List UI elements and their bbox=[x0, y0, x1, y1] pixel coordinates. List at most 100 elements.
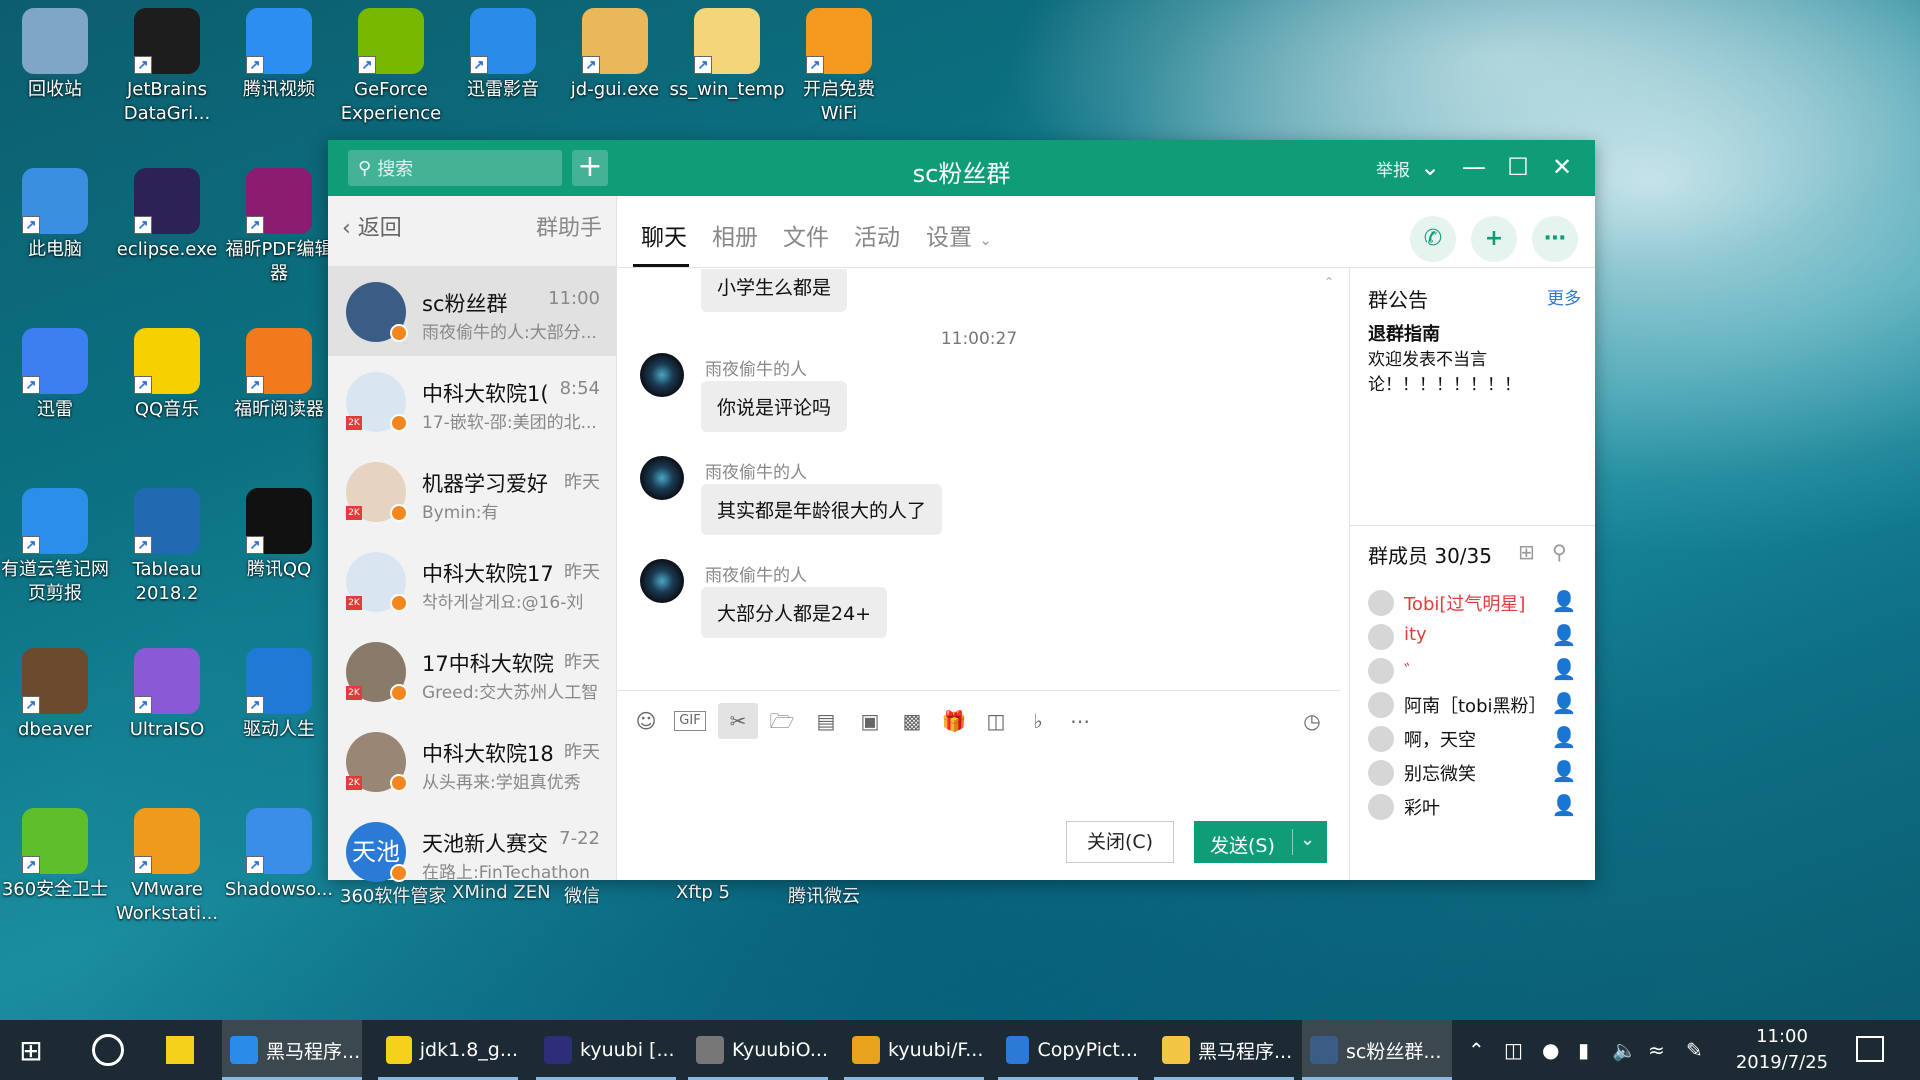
invite-member-icon[interactable]: ⊞ bbox=[1518, 540, 1535, 564]
image-icon[interactable]: ▣ bbox=[856, 707, 884, 735]
emoji-icon[interactable]: ☺ bbox=[632, 707, 660, 735]
tab-album[interactable]: 相册 bbox=[712, 218, 758, 252]
member-item[interactable]: 阿南［tobi黑粉］ 👤 bbox=[1350, 688, 1595, 722]
chevron-down-icon[interactable]: ⌄ bbox=[1415, 152, 1445, 182]
taskbar-app[interactable]: CopyPict... bbox=[998, 1020, 1138, 1080]
sticky-notes-icon[interactable] bbox=[166, 1036, 194, 1064]
desktop-icon[interactable]: ↗ dbeaver bbox=[0, 648, 111, 742]
desktop-icon-label[interactable]: Xftp 5 bbox=[676, 882, 730, 903]
tab-settings[interactable]: 设置 ⌄ bbox=[926, 218, 992, 252]
avatar[interactable] bbox=[640, 456, 684, 500]
conversation-item[interactable]: sc粉丝群 11:00 雨夜偷牛的人:大部分... bbox=[328, 266, 616, 356]
desktop-icon[interactable]: ↗ 福昕PDF编辑器 bbox=[223, 168, 335, 286]
desktop-icon-label[interactable]: 腾讯微云 bbox=[788, 882, 860, 908]
desktop-icon[interactable]: ↗ 开启免费 WiFi bbox=[783, 8, 895, 126]
taskbar-app[interactable]: jdk1.8_g... bbox=[378, 1020, 518, 1080]
folder-icon[interactable]: 🗁 bbox=[768, 707, 796, 735]
taskbar-app[interactable]: sc粉丝群... bbox=[1302, 1020, 1452, 1080]
desktop-icon[interactable]: ↗ ss_win_temp bbox=[670, 8, 785, 102]
clock-icon[interactable]: ◷ bbox=[1298, 707, 1326, 735]
desktop-icon[interactable]: ↗ 腾讯QQ bbox=[223, 488, 335, 582]
desktop-icon[interactable]: ↗ 有道云笔记网 页剪报 bbox=[0, 488, 111, 606]
tab-activity[interactable]: 活动 bbox=[854, 218, 900, 252]
conversation-item[interactable]: 2K 中科大软院18 昨天 从头再来:学姐真优秀 bbox=[328, 716, 616, 806]
minimize-button[interactable]: — bbox=[1459, 152, 1489, 182]
member-item[interactable]: ゛ 👤 bbox=[1350, 654, 1595, 688]
cortana-search-icon[interactable] bbox=[92, 1034, 124, 1066]
member-item[interactable]: 别忘微笑 👤 bbox=[1350, 756, 1595, 790]
notification-icon[interactable] bbox=[1856, 1036, 1884, 1062]
wifi-icon[interactable]: ≈ bbox=[1648, 1038, 1665, 1062]
phone-icon[interactable]: ✆ bbox=[1410, 216, 1456, 262]
search-icon[interactable]: ⚲ bbox=[1552, 540, 1567, 564]
conversation-item[interactable]: 2K 中科大软院17 昨天 착하게살게요:@16-刘 bbox=[328, 536, 616, 626]
doc-icon[interactable]: ▤ bbox=[812, 707, 840, 735]
more-icon[interactable]: ⋯ bbox=[1066, 707, 1094, 735]
desktop-icon-label: 360安全卫士 bbox=[1, 879, 109, 900]
desktop-icon[interactable]: ↗ 此电脑 bbox=[0, 168, 111, 262]
add-chat-icon[interactable]: + bbox=[1471, 216, 1517, 262]
report-button[interactable]: 举报 bbox=[1376, 156, 1410, 181]
notice-more-link[interactable]: 更多 bbox=[1547, 284, 1581, 309]
clock[interactable]: 11:00 2019/7/25 bbox=[1732, 1024, 1832, 1076]
battery-icon[interactable]: ▮ bbox=[1578, 1038, 1589, 1062]
folder-icon: ↗ bbox=[694, 8, 760, 74]
desktop-icon[interactable]: ↗ UltraISO bbox=[111, 648, 223, 742]
gif-icon[interactable]: GIF bbox=[674, 711, 706, 731]
conversation-item[interactable]: 2K 17中科大软院 昨天 Greed:交大苏州人工智 bbox=[328, 626, 616, 716]
desktop-icon[interactable]: ↗ GeForce Experience bbox=[335, 8, 447, 126]
volume-icon[interactable]: 🔈 bbox=[1612, 1038, 1637, 1062]
member-item[interactable]: 啊，天空 👤 bbox=[1350, 722, 1595, 756]
shortcut-arrow-icon: ↗ bbox=[694, 56, 712, 74]
network-device-icon[interactable]: ◫ bbox=[1504, 1038, 1523, 1062]
bell-off-icon[interactable]: ♭ bbox=[1024, 707, 1052, 735]
desktop-icon[interactable]: ↗ jd-gui.exe bbox=[559, 8, 671, 102]
desktop-icon[interactable]: ↗ eclipse.exe bbox=[111, 168, 223, 262]
close-window-button[interactable]: ✕ bbox=[1547, 152, 1577, 182]
taskbar-app[interactable]: kyuubi [... bbox=[536, 1020, 676, 1080]
member-item[interactable]: Tobi[过气明星] 👤 bbox=[1350, 586, 1595, 620]
scroll-up-icon[interactable]: ⌃ bbox=[1324, 275, 1334, 289]
send-button[interactable]: 发送(S) ⌄ bbox=[1194, 821, 1327, 863]
conversation-item[interactable]: 天池 天池新人赛交 7-22 在路上:FinTechathon bbox=[328, 806, 616, 896]
red-packet-icon[interactable]: ◫ bbox=[982, 707, 1010, 735]
desktop-icon[interactable]: ↗ 迅雷影音 bbox=[447, 8, 559, 102]
taskbar-app[interactable]: kyuubi/F... bbox=[844, 1020, 984, 1080]
group-helper-link[interactable]: 群助手 bbox=[536, 210, 602, 242]
more-options-icon[interactable]: ⋯ bbox=[1532, 216, 1578, 262]
desktop-icon[interactable]: ↗ 迅雷 bbox=[0, 328, 111, 422]
taskbar-app[interactable]: 黑马程序... bbox=[222, 1020, 362, 1080]
taskbar-app[interactable]: 黑马程序... bbox=[1154, 1020, 1294, 1080]
desktop-icon[interactable]: ↗ QQ音乐 bbox=[111, 328, 223, 422]
desktop-icon[interactable]: ↗ 360安全卫士 bbox=[0, 808, 111, 902]
close-chat-button[interactable]: 关闭(C) bbox=[1066, 821, 1174, 863]
desktop-icon[interactable]: 回收站 bbox=[0, 8, 111, 102]
conversation-item[interactable]: 2K 机器学习爱好 昨天 Bymin:有 bbox=[328, 446, 616, 536]
conversation-item[interactable]: 2K 中科大软院1(8:54 17-嵌软-邵:美团的北... bbox=[328, 356, 616, 446]
maximize-button[interactable]: ☐ bbox=[1503, 152, 1533, 182]
desktop-icon[interactable]: ↗ JetBrains DataGri... bbox=[111, 8, 223, 126]
desktop-icon[interactable]: ↗ 驱动人生 bbox=[223, 648, 335, 742]
desktop-icon[interactable]: ↗ Shadowso... bbox=[223, 808, 335, 902]
chevron-up-icon[interactable]: ⌃ bbox=[1468, 1038, 1485, 1062]
windows-start-icon[interactable]: ⊞ bbox=[14, 1034, 48, 1068]
avatar[interactable] bbox=[640, 353, 684, 397]
desktop-icon[interactable]: ↗ 腾讯视频 bbox=[223, 8, 335, 102]
taskbar-app[interactable]: KyuubiO... bbox=[688, 1020, 828, 1080]
member-item[interactable]: ity 👤 bbox=[1350, 620, 1595, 654]
conversation-name: 天池新人赛交 bbox=[422, 832, 548, 856]
desktop-icon[interactable]: ↗ VMware Workstati... bbox=[111, 808, 223, 926]
back-button[interactable]: ‹ 返回 bbox=[342, 210, 402, 242]
member-item[interactable]: 彩叶 👤 bbox=[1350, 790, 1595, 824]
desktop-icon[interactable]: ↗ 福昕阅读器 bbox=[223, 328, 335, 422]
tray-app-icon[interactable]: ● bbox=[1542, 1038, 1559, 1062]
chevron-down-icon[interactable]: ⌄ bbox=[1300, 829, 1315, 850]
scissors-icon[interactable]: ✂ bbox=[718, 703, 758, 739]
avatar[interactable] bbox=[640, 559, 684, 603]
pen-icon[interactable]: ✎ bbox=[1686, 1038, 1703, 1062]
tab-chat[interactable]: 聊天 bbox=[641, 218, 687, 252]
gift-icon[interactable]: 🎁 bbox=[940, 707, 968, 735]
desktop-icon[interactable]: ↗ Tableau 2018.2 bbox=[111, 488, 223, 606]
tab-files[interactable]: 文件 bbox=[783, 218, 829, 252]
screen-share-icon[interactable]: ▩ bbox=[898, 707, 926, 735]
